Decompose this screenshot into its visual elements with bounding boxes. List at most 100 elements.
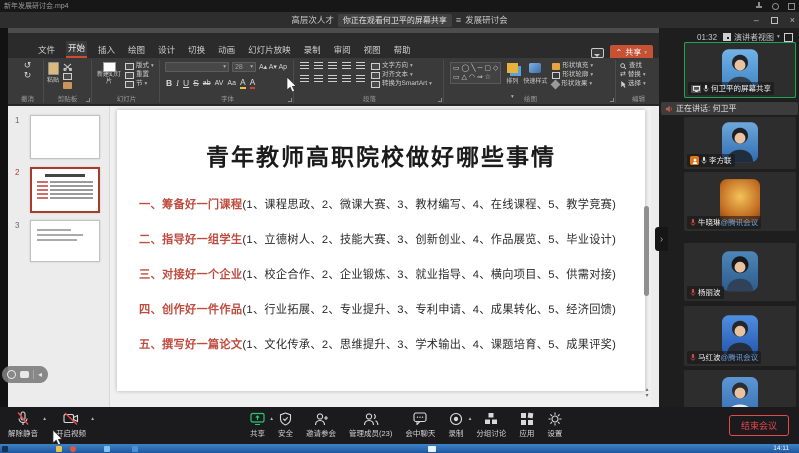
slide-thumbnail-1[interactable] — [30, 115, 100, 159]
find-button[interactable]: 查找 — [620, 62, 657, 70]
numbering-icon[interactable] — [314, 62, 323, 69]
select-button[interactable]: 选择▾ — [620, 80, 657, 88]
copy-icon[interactable] — [63, 73, 72, 80]
dialog-launcher-icon[interactable] — [86, 98, 90, 102]
settings-button[interactable]: 设置 — [547, 411, 562, 439]
columns-icon[interactable] — [356, 75, 365, 82]
font-color-button[interactable]: A — [250, 77, 256, 89]
share-screen-button[interactable]: ▴ 共享 — [250, 411, 265, 439]
maximize-button[interactable] — [771, 17, 778, 24]
bold-button[interactable]: B — [166, 78, 172, 88]
manage-members-button[interactable]: 管理成员(23) — [349, 411, 392, 439]
close-button[interactable]: × — [790, 15, 795, 25]
underline-button[interactable]: U — [183, 78, 189, 88]
char-spacing-icon[interactable]: AV — [215, 80, 224, 87]
apps-button[interactable]: 应用 — [519, 411, 534, 439]
cut-icon[interactable] — [63, 63, 73, 71]
dialog-launcher-icon[interactable] — [288, 98, 292, 102]
section-button[interactable]: 节▾ — [125, 80, 154, 88]
end-meeting-button[interactable]: 结束会议 — [729, 415, 789, 436]
tab-home[interactable]: 开始 — [66, 41, 87, 58]
slide-nav-buttons[interactable]: ▴ ▾ — [643, 387, 651, 399]
change-case-icon[interactable]: Aa — [227, 80, 236, 87]
record-button[interactable]: ▴ 录制 — [448, 411, 463, 439]
participant-tile[interactable]: 李方联 — [684, 117, 796, 169]
chat-button[interactable]: 会中聊天 — [405, 411, 435, 439]
dialog-launcher-icon[interactable] — [438, 98, 442, 102]
participant-tile[interactable]: 牛晓琳@腾讯会议 — [684, 172, 796, 231]
tab-view[interactable]: 视图 — [362, 43, 383, 58]
align-left-icon[interactable] — [300, 75, 309, 82]
fullscreen-icon[interactable] — [784, 33, 793, 42]
tab-draw[interactable]: 绘图 — [126, 43, 147, 58]
font-resize-icons[interactable]: A▴ A▾ Ap — [259, 63, 287, 71]
annotation-widget[interactable]: ◂ — [2, 366, 48, 383]
font-name-combobox[interactable]: ▾ — [165, 62, 229, 72]
new-slide-button[interactable]: 新建幻灯片 — [97, 62, 121, 88]
pin-icon[interactable] — [755, 2, 763, 10]
panel-icon[interactable] — [788, 3, 795, 10]
bullets-icon[interactable] — [300, 62, 309, 69]
security-button[interactable]: 安全 — [278, 411, 293, 439]
tab-help[interactable]: 帮助 — [392, 43, 413, 58]
participant-tile[interactable]: 何卫平的屏幕共享 — [684, 42, 796, 98]
vertical-scrollbar[interactable] — [644, 109, 650, 404]
participant-tile[interactable] — [684, 370, 796, 407]
dialog-launcher-icon[interactable] — [610, 98, 614, 102]
justify-icon[interactable] — [342, 75, 351, 82]
italic-button[interactable]: I — [176, 78, 179, 88]
comment-icon[interactable] — [591, 48, 604, 58]
unmute-button[interactable]: ▴ 解除静音 — [8, 411, 38, 439]
list-icon[interactable]: ≡ — [456, 15, 461, 25]
shape-effects-button[interactable]: 形状效果▾ — [552, 80, 593, 88]
undo-icon[interactable]: ↺ — [12, 60, 43, 70]
circle-icon[interactable] — [772, 3, 779, 10]
tab-transitions[interactable]: 切换 — [186, 43, 207, 58]
tab-file[interactable]: 文件 — [36, 43, 57, 58]
reset-button[interactable]: 重置 — [125, 71, 154, 79]
scrollbar-thumb[interactable] — [644, 206, 649, 296]
tab-design[interactable]: 设计 — [156, 43, 177, 58]
timer-icon[interactable] — [7, 370, 16, 379]
paste-button[interactable]: 粘贴 — [47, 62, 59, 89]
active-app-taskbar-icon[interactable] — [428, 446, 436, 452]
invite-button[interactable]: 邀请参会 — [306, 411, 336, 439]
format-painter-icon[interactable] — [63, 82, 72, 89]
app-taskbar-icon[interactable] — [104, 446, 110, 452]
shape-fill-button[interactable]: 形状填充▾ — [552, 62, 593, 70]
replace-button[interactable]: ⇄替换▾ — [620, 71, 657, 79]
app-taskbar-icon[interactable] — [132, 446, 138, 452]
decrease-indent-icon[interactable] — [328, 62, 337, 69]
tab-review[interactable]: 审阅 — [332, 43, 353, 58]
strikethrough-button[interactable]: S — [193, 78, 199, 88]
browser-taskbar-icon[interactable] — [70, 446, 76, 452]
shape-outline-button[interactable]: 形状轮廓▾ — [552, 71, 593, 79]
slide[interactable]: 青年教师高职院校做好哪些事情 一、筹备好一门课程(1、课程思政、2、微课大赛、3… — [117, 110, 645, 391]
view-mode-selector[interactable]: 演讲者视图 ▾ — [723, 32, 780, 43]
minimize-button[interactable]: – — [754, 15, 759, 25]
align-right-icon[interactable] — [328, 75, 337, 82]
highlight-color-button[interactable]: A — [240, 77, 246, 89]
text-direction-button[interactable]: 文字方向▾ — [371, 62, 432, 70]
font-size-combobox[interactable]: 28▾ — [232, 62, 256, 72]
folder-taskbar-icon[interactable] — [56, 446, 62, 452]
slide-thumbnail-2[interactable] — [30, 167, 100, 213]
tab-animations[interactable]: 动画 — [216, 43, 237, 58]
smartart-button[interactable]: 转换为SmartArt▾ — [371, 80, 432, 88]
line-spacing-icon[interactable] — [356, 62, 365, 69]
start-button[interactable] — [2, 446, 8, 452]
tab-slideshow[interactable]: 幻灯片放映 — [246, 43, 293, 58]
align-center-icon[interactable] — [314, 75, 323, 82]
align-text-button[interactable]: 对齐文本▾ — [371, 71, 432, 79]
layout-button[interactable]: 版式▾ — [125, 62, 154, 70]
breakout-rooms-button[interactable]: 分组讨论 — [476, 411, 506, 439]
quick-styles-button[interactable]: 快速样式 — [523, 62, 547, 85]
tab-record[interactable]: 录制 — [302, 43, 323, 58]
slide-thumbnail-3[interactable] — [30, 220, 100, 262]
collapse-left-icon[interactable]: ◂ — [38, 371, 42, 379]
participant-tile[interactable]: 马红波@腾讯会议 — [684, 306, 796, 366]
clear-format-icon[interactable]: ab — [203, 80, 211, 87]
increase-indent-icon[interactable] — [342, 62, 351, 69]
redo-icon[interactable]: ↻ — [12, 70, 43, 80]
shapes-gallery[interactable]: ▭ ◯ ╲ ─ ▢ ◇ ▭ △ ◠ ⇒ ☆ — [450, 62, 501, 84]
